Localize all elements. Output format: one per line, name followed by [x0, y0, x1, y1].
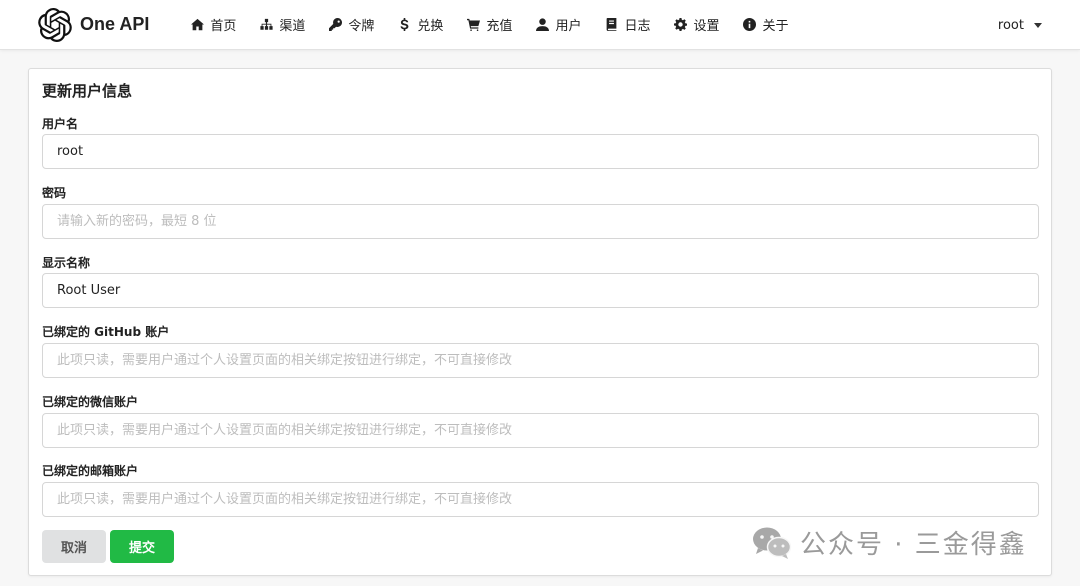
watermark-text: 公众号 · 三金得鑫 — [800, 530, 1027, 560]
username-input[interactable] — [42, 134, 1039, 169]
watermark: 公众号 · 三金得鑫 — [752, 524, 1027, 561]
user-icon — [536, 18, 550, 31]
github-account-input[interactable] — [42, 343, 1039, 378]
edit-user-card: 更新用户信息 用户名 密码 显示名称 已绑定的 GitHub 账户 已绑定的微信… — [28, 68, 1052, 576]
cancel-button[interactable]: 取消 — [42, 530, 106, 563]
github-account-label: 已绑定的 GitHub 账户 — [42, 325, 170, 339]
nav-item-home[interactable]: 首页 — [179, 0, 248, 50]
nav-item-settings[interactable]: 设置 — [662, 0, 731, 50]
submit-button[interactable]: 提交 — [110, 530, 174, 563]
user-menu-label: root — [997, 17, 1024, 33]
nav-item-label: 关于 — [762, 19, 789, 34]
brand-link[interactable]: One API — [38, 0, 149, 50]
user-menu-dropdown[interactable]: root — [998, 0, 1042, 50]
nav-item-logs[interactable]: 日志 — [593, 0, 662, 50]
nav-item-users[interactable]: 用户 — [524, 0, 593, 50]
book-icon — [607, 18, 617, 31]
top-navbar: One API 首页 渠道 令牌 兑换 充值 用户 日志 设置 关于 root — [0, 0, 1080, 50]
caret-down-icon — [1034, 22, 1042, 28]
display-name-label: 显示名称 — [42, 256, 91, 270]
password-input[interactable] — [42, 204, 1039, 239]
nav-item-about[interactable]: 关于 — [731, 0, 800, 50]
key-icon — [329, 18, 343, 31]
gear-icon — [674, 18, 688, 31]
nav-item-label: 日志 — [624, 19, 651, 34]
home-icon — [191, 18, 205, 31]
nav-item-label: 渠道 — [279, 19, 306, 34]
app-name: One API — [80, 14, 150, 34]
wechat-account-input[interactable] — [42, 413, 1039, 448]
password-label: 密码 — [42, 186, 67, 200]
email-account-label: 已绑定的邮箱账户 — [42, 464, 139, 478]
nav-item-channels[interactable]: 渠道 — [248, 0, 317, 50]
cart-icon — [467, 18, 481, 31]
nav-item-tokens[interactable]: 令牌 — [317, 0, 386, 50]
wechat-account-label: 已绑定的微信账户 — [42, 395, 139, 409]
nav-item-topup[interactable]: 充值 — [455, 0, 524, 50]
nav-item-redeem[interactable]: 兑换 — [386, 0, 455, 50]
nav-item-label: 首页 — [210, 19, 237, 34]
nav-item-label: 设置 — [693, 19, 720, 34]
nav-menu: 首页 渠道 令牌 兑换 充值 用户 日志 设置 关于 — [179, 0, 800, 50]
nav-item-label: 令牌 — [348, 19, 375, 34]
openai-logo-icon — [38, 7, 72, 42]
username-label: 用户名 — [42, 117, 79, 131]
nav-item-label: 充值 — [486, 19, 513, 34]
page-title: 更新用户信息 — [42, 82, 133, 100]
sitemap-icon — [260, 18, 273, 30]
dollar-icon — [400, 18, 409, 31]
email-account-input[interactable] — [42, 482, 1039, 517]
display-name-input[interactable] — [42, 273, 1039, 308]
nav-item-label: 兑换 — [417, 19, 444, 34]
wechat-icon — [753, 527, 792, 559]
nav-item-label: 用户 — [555, 19, 582, 34]
info-circle-icon — [743, 18, 757, 31]
